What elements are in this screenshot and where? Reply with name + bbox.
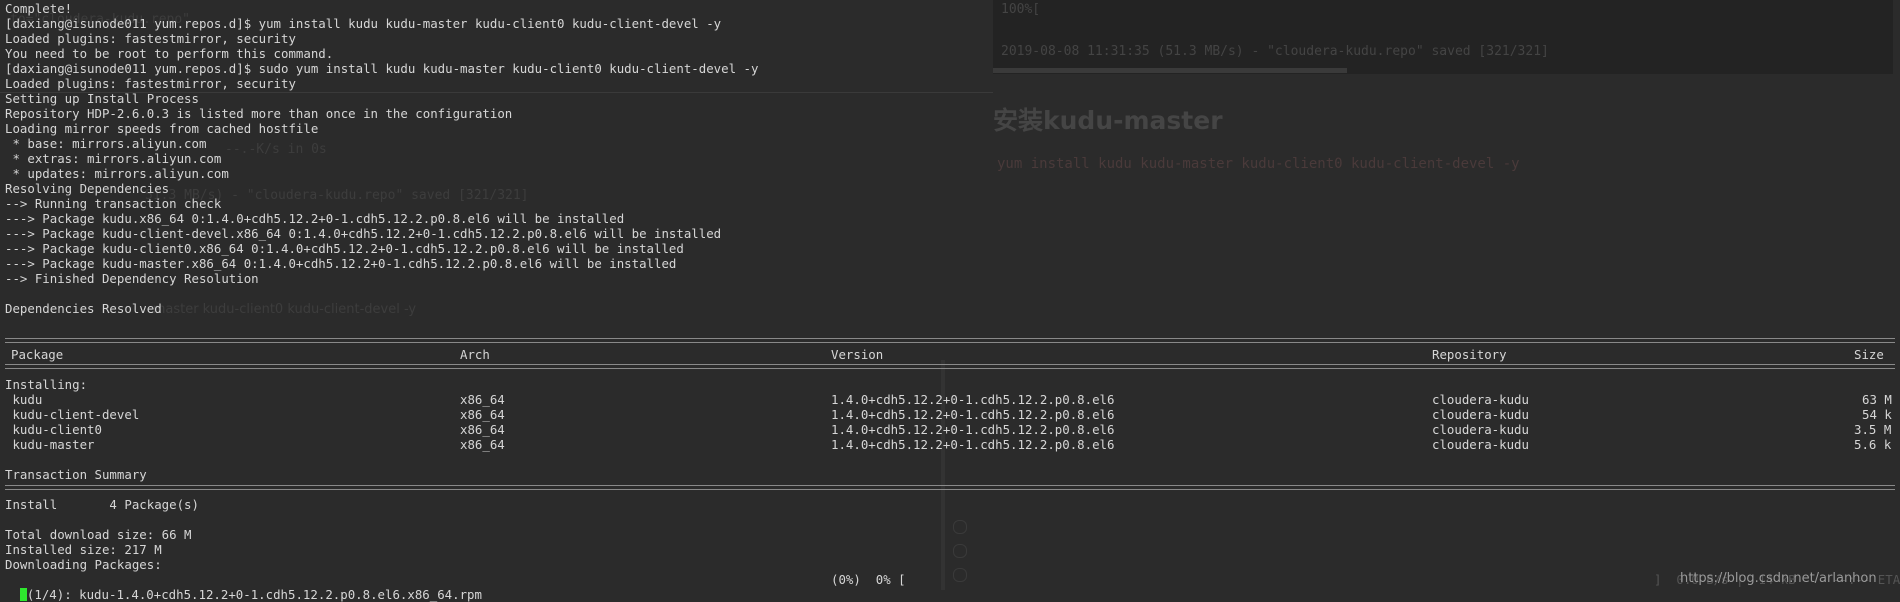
- table-cell-package: kudu-client0: [5, 422, 102, 437]
- table-section-label: Installing:: [5, 377, 88, 392]
- table-header-version: Version: [831, 347, 884, 362]
- transaction-summary-title: Transaction Summary: [5, 467, 147, 482]
- downloading-label: Downloading Packages:: [5, 557, 162, 572]
- terminal-line: [daxiang@isunode011 yum.repos.d]$ sudo y…: [5, 61, 759, 76]
- table-cell-size: 5.6 k: [1854, 437, 1892, 452]
- table-cell-version: 1.4.0+cdh5.12.2+0-1.cdh5.12.2.p0.8.el6: [831, 392, 1115, 407]
- ghost-square-icon: [953, 568, 967, 582]
- ghost-toolbar: [953, 520, 969, 592]
- ghost-code-block: 100%[ 2019-08-08 11:31:35 (51.3 MB/s) - …: [993, 0, 1893, 74]
- separator-rule: [5, 485, 1895, 490]
- terminal-line: --> Finished Dependency Resolution: [5, 271, 259, 286]
- table-header-repository: Repository: [1432, 347, 1507, 362]
- terminal-line: Loaded plugins: fastestmirror, security: [5, 31, 296, 46]
- ghost-circle-icon: [953, 520, 967, 534]
- separator-rule: [5, 364, 1895, 369]
- table-cell-arch: x86_64: [460, 437, 505, 452]
- terminal-line: * base: mirrors.aliyun.com: [5, 136, 207, 151]
- table-cell-package: kudu-client-devel: [5, 407, 140, 422]
- ghost-scrollbar: [993, 68, 1347, 73]
- table-cell-arch: x86_64: [460, 392, 505, 407]
- terminal-line: --> Running transaction check: [5, 196, 222, 211]
- table-header-arch: Arch: [460, 347, 490, 362]
- table-cell-arch: x86_64: [460, 407, 505, 422]
- progress-percent: (0%) 0% [: [831, 572, 906, 587]
- table-cell-package: kudu: [5, 392, 43, 407]
- watermark: https://blog.csdn.net/arlanhon: [1680, 571, 1877, 586]
- terminal-line: * updates: mirrors.aliyun.com: [5, 166, 229, 181]
- terminal-line: ---> Package kudu-client-devel.x86_64 0:…: [5, 226, 722, 241]
- terminal-line: You need to be root to perform this comm…: [5, 46, 334, 61]
- ghost-code-line: 100%[: [1001, 2, 1041, 17]
- table-cell-size: 54 k: [1862, 407, 1892, 422]
- separator-rule: [5, 338, 1895, 343]
- ghost-text: -master kudu-client0 kudu-client-devel -…: [148, 302, 417, 317]
- total-download-size: Total download size: 66 M: [5, 527, 192, 542]
- table-cell-size: 63 M: [1862, 392, 1892, 407]
- table-cell-version: 1.4.0+cdh5.12.2+0-1.cdh5.12.2.p0.8.el6: [831, 422, 1115, 437]
- table-cell-repository: cloudera-kudu: [1432, 422, 1529, 437]
- ghost-heading: 安装kudu-master: [993, 106, 1223, 135]
- table-header-size: Size: [1854, 347, 1884, 362]
- ghost-code-line: 2019-08-08 11:31:35 (51.3 MB/s) - "cloud…: [1001, 44, 1549, 59]
- table-cell-repository: cloudera-kudu: [1432, 437, 1529, 452]
- terminal-line: * extras: mirrors.aliyun.com: [5, 151, 222, 166]
- install-count: Install 4 Package(s): [5, 497, 199, 512]
- ghost-expand-icon: [953, 544, 967, 558]
- terminal-line: ---> Package kudu-client0.x86_64 0:1.4.0…: [5, 241, 684, 256]
- terminal-line: Complete!: [5, 1, 73, 16]
- table-cell-repository: cloudera-kudu: [1432, 392, 1529, 407]
- table-header-package: Package: [11, 347, 64, 362]
- terminal-line: ---> Package kudu-master.x86_64 0:1.4.0+…: [5, 256, 677, 271]
- installed-size: Installed size: 217 M: [5, 542, 162, 557]
- terminal-line: ---> Package kudu.x86_64 0:1.4.0+cdh5.12…: [5, 211, 625, 226]
- table-cell-repository: cloudera-kudu: [1432, 407, 1529, 422]
- table-cell-package: kudu-master: [5, 437, 95, 452]
- terminal-line: Resolving Dependencies: [5, 181, 170, 196]
- terminal-line: Setting up Install Process: [5, 91, 199, 106]
- ghost-text: --.-K/s in 0s: [225, 142, 327, 157]
- table-cell-arch: x86_64: [460, 422, 505, 437]
- terminal-line: [daxiang@isunode011 yum.repos.d]$ yum in…: [5, 16, 722, 31]
- terminal-line: Dependencies Resolved: [5, 301, 162, 316]
- terminal-line: Repository HDP-2.6.0.3 is listed more th…: [5, 106, 513, 121]
- table-cell-size: 3.5 M: [1854, 422, 1892, 437]
- terminal-line: Loading mirror speeds from cached hostfi…: [5, 121, 319, 136]
- table-cell-version: 1.4.0+cdh5.12.2+0-1.cdh5.12.2.p0.8.el6: [831, 407, 1115, 422]
- download-progress-line: (1/4): kudu-1.4.0+cdh5.12.2+0-1.cdh5.12.…: [5, 572, 482, 602]
- terminal-line: Loaded plugins: fastestmirror, security: [5, 76, 296, 91]
- table-cell-version: 1.4.0+cdh5.12.2+0-1.cdh5.12.2.p0.8.el6: [831, 437, 1115, 452]
- ghost-command: yum install kudu kudu-master kudu-client…: [997, 156, 1520, 172]
